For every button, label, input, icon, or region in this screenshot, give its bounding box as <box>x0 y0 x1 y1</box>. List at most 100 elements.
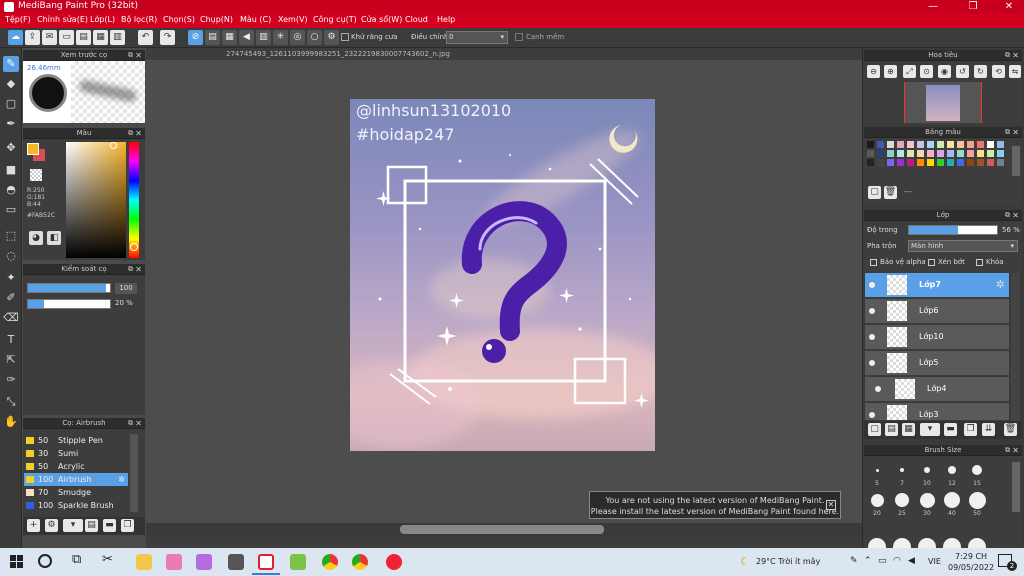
select-eraser-icon[interactable]: ⌫ <box>3 310 19 326</box>
palette-swatch[interactable] <box>967 150 974 157</box>
brush-size-option[interactable] <box>924 467 930 473</box>
palette-swatch[interactable] <box>917 150 924 157</box>
palette-swatch[interactable] <box>947 141 954 148</box>
windows-start-icon[interactable] <box>10 555 23 568</box>
menu-color[interactable]: Màu (C) <box>240 15 271 24</box>
palette-swatch[interactable] <box>937 150 944 157</box>
soft-edge-checkbox[interactable] <box>515 33 523 41</box>
brush-size-value[interactable]: 100 <box>115 283 137 294</box>
zoom-in-icon[interactable]: ⊕ <box>884 65 897 78</box>
brush-size-scrollbar[interactable] <box>1012 462 1020 512</box>
palette-swatch[interactable] <box>927 159 934 166</box>
undock-icon[interactable]: ⧉ <box>128 50 133 61</box>
artwork-canvas[interactable]: @linhsun13102010 #hoidap247 <box>350 99 655 451</box>
navigator-thumbnail[interactable] <box>904 82 982 123</box>
palette-swatch[interactable] <box>977 141 984 148</box>
app-icon-1[interactable] <box>166 554 182 570</box>
maximize-button[interactable]: ❐ <box>958 0 988 14</box>
fit-icon[interactable]: ⤢ <box>903 65 916 78</box>
app-icon-3[interactable] <box>290 554 306 570</box>
magic-wand-icon[interactable]: ✦ <box>3 270 19 286</box>
arrow-icon[interactable]: ◀ <box>239 30 254 45</box>
wifi-icon[interactable]: ◠ <box>893 556 901 566</box>
gear-icon[interactable]: ✲ <box>118 473 125 486</box>
clock[interactable]: 7:29 CH 09/05/2022 <box>948 551 994 573</box>
brush-size-option[interactable] <box>919 492 935 508</box>
add-color-icon[interactable]: ▢ <box>868 186 881 199</box>
brush-size-option[interactable] <box>900 468 904 472</box>
brush-size-option[interactable] <box>870 493 884 507</box>
menu-edit[interactable]: Chỉnh sửa(E) <box>37 15 88 24</box>
export-icon[interactable]: ⇪ <box>25 30 40 45</box>
chrome-icon[interactable] <box>322 554 338 570</box>
layer-row-lop6[interactable]: Lớp6 <box>865 299 1009 324</box>
menu-filter[interactable]: Bộ lọc(R) <box>121 15 157 24</box>
layer-row-lop7[interactable]: Lớp7 ✲ <box>865 273 1009 298</box>
divide-tool-icon[interactable]: ⤡ <box>3 394 19 410</box>
weather-text[interactable]: 29°C Trời ít mây <box>756 557 820 566</box>
palette-swatch[interactable] <box>877 150 884 157</box>
palette-swatch[interactable] <box>907 141 914 148</box>
rotate-left-icon[interactable]: ↺ <box>956 65 969 78</box>
menu-file[interactable]: Tệp(F) <box>5 15 31 24</box>
visibility-icon[interactable] <box>869 334 875 340</box>
volume-icon[interactable]: ◀ <box>908 556 915 566</box>
radial-icon[interactable]: ✳ <box>273 30 288 45</box>
palette-swatch[interactable] <box>867 150 874 157</box>
palette-swatch[interactable] <box>987 141 994 148</box>
medibang-icon[interactable] <box>258 554 274 570</box>
folder-icon[interactable]: ▬ <box>944 423 957 436</box>
brush-size-option[interactable] <box>943 538 961 548</box>
protect-alpha-checkbox[interactable] <box>870 259 877 266</box>
network-icon[interactable]: ▭ <box>878 556 887 566</box>
brush-size-option[interactable] <box>968 538 986 548</box>
ring-icon[interactable]: ○ <box>307 30 322 45</box>
palette-swatch[interactable] <box>867 159 874 166</box>
brush-item-smudge[interactable]: 70 Smudge <box>24 486 128 499</box>
menu-layer[interactable]: Lớp(L) <box>90 15 115 24</box>
layer-menu-icon[interactable]: ▾ <box>920 423 940 436</box>
layer-opacity-slider[interactable] <box>908 225 998 235</box>
palette-swatch[interactable] <box>917 159 924 166</box>
hand-tool-icon[interactable]: ✋ <box>3 414 19 430</box>
parallel-icon[interactable]: ▥ <box>256 30 271 45</box>
palette-swatch[interactable] <box>977 159 984 166</box>
close-icon[interactable]: ✕ <box>135 418 142 429</box>
settings-icon[interactable]: ⚙ <box>324 30 339 45</box>
close-icon[interactable]: ✕ <box>135 128 142 139</box>
zoom-reset-icon[interactable]: ◉ <box>938 65 951 78</box>
saturation-value-picker[interactable] <box>66 142 126 258</box>
undock-icon[interactable]: ⧉ <box>1005 127 1010 138</box>
close-icon[interactable]: ✕ <box>826 500 836 510</box>
horizontal-scrollbar[interactable] <box>400 525 604 534</box>
palette-swatch[interactable] <box>967 141 974 148</box>
primary-color-swatch[interactable] <box>27 143 39 155</box>
brush-size-option[interactable] <box>893 538 911 548</box>
visibility-icon[interactable] <box>869 308 875 314</box>
app-icon-2[interactable] <box>196 554 212 570</box>
brush-size-option[interactable] <box>918 538 936 548</box>
clipping-checkbox[interactable] <box>928 259 935 266</box>
comment-icon[interactable]: ▭ <box>59 30 74 45</box>
language-indicator[interactable]: VIE <box>928 557 941 566</box>
new-halftone-layer-icon[interactable]: ▤ <box>885 423 898 436</box>
zoom-out-icon[interactable]: ⊖ <box>867 65 880 78</box>
brush-size-option[interactable] <box>895 493 909 507</box>
grid-icon[interactable]: ▥ <box>110 30 125 45</box>
minimize-button[interactable]: — <box>918 0 948 14</box>
menu-cloud[interactable]: Cloud <box>405 15 428 24</box>
eraser-tool-icon[interactable]: ◆ <box>3 76 19 92</box>
palette-swatch[interactable] <box>957 150 964 157</box>
close-icon[interactable]: ✕ <box>135 50 142 61</box>
gear-icon[interactable]: ✲ <box>996 278 1005 291</box>
delete-color-icon[interactable]: 🗑 <box>884 186 897 199</box>
transparent-color-swatch[interactable] <box>30 169 42 181</box>
visibility-icon[interactable] <box>869 412 875 418</box>
app-icon-4[interactable] <box>386 554 402 570</box>
duplicate-icon[interactable]: ❐ <box>121 519 134 532</box>
blend-mode-select[interactable]: Màn hình ▾ <box>908 240 1018 252</box>
undock-icon[interactable]: ⧉ <box>1005 50 1010 61</box>
chrome-icon[interactable] <box>352 554 368 570</box>
brush-item-airbrush[interactable]: 100 Airbrush ✲ <box>24 473 128 486</box>
brush-menu-icon[interactable]: ▾ <box>63 519 83 532</box>
